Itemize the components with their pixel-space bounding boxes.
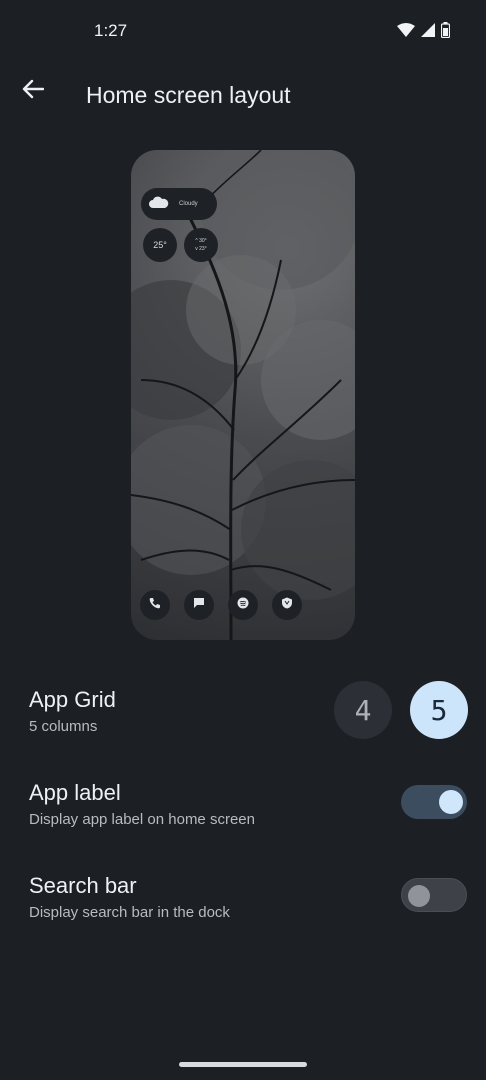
search-bar-toggle[interactable] [401,878,467,912]
toggle-knob [439,790,463,814]
spotify-icon [237,596,249,614]
phone-icon [149,596,161,614]
search-bar-title: Search bar [29,873,137,898]
status-time: 1:27 [94,21,128,40]
temperature-widget[interactable]: 25° [143,228,177,262]
toggle-knob [408,885,430,907]
app-label-subtitle: Display app label on home screen [29,811,255,828]
dock-messages[interactable] [184,590,214,620]
high-low-widget[interactable]: ^ 30° v 23° [184,228,218,262]
signal-icon [421,23,435,42]
grid-option-4-label: 4 [354,693,372,727]
low-temperature: v 23° [195,246,207,252]
grid-option-5-button[interactable]: 5 [410,681,468,739]
grid-option-5-label: 5 [430,693,448,727]
cloud-icon [149,195,169,213]
dock-phone[interactable] [140,590,170,620]
dock-spotify[interactable] [228,590,258,620]
weather-widget[interactable]: Cloudy [141,188,217,220]
home-screen-preview: Cloudy 25° ^ 30° v 23° [131,150,355,640]
battery-icon [440,22,451,43]
status-bar: 1:27 [0,0,486,62]
messages-icon [193,596,205,614]
grid-option-4-button[interactable]: 4 [334,681,392,739]
status-icons [397,22,451,43]
temperature-value: 25° [153,240,167,250]
arrow-back-icon [22,79,45,104]
page-title: Home screen layout [86,82,291,108]
back-button[interactable] [16,74,50,108]
weather-label: Cloudy [179,201,198,207]
shield-app-icon [281,596,293,614]
high-temperature: ^ 30° [195,238,207,244]
wallpaper-image [131,150,355,640]
app-bar: Home screen layout [0,62,486,130]
search-bar-subtitle: Display search bar in the dock [29,904,230,921]
app-label-title: App label [29,780,121,805]
wifi-icon [397,23,415,42]
dock-shield-app[interactable] [272,590,302,620]
app-grid-title: App Grid [29,687,116,712]
app-label-toggle[interactable] [401,785,467,819]
app-grid-subtitle: 5 columns [29,718,98,735]
gesture-navigation-handle[interactable] [179,1062,307,1067]
